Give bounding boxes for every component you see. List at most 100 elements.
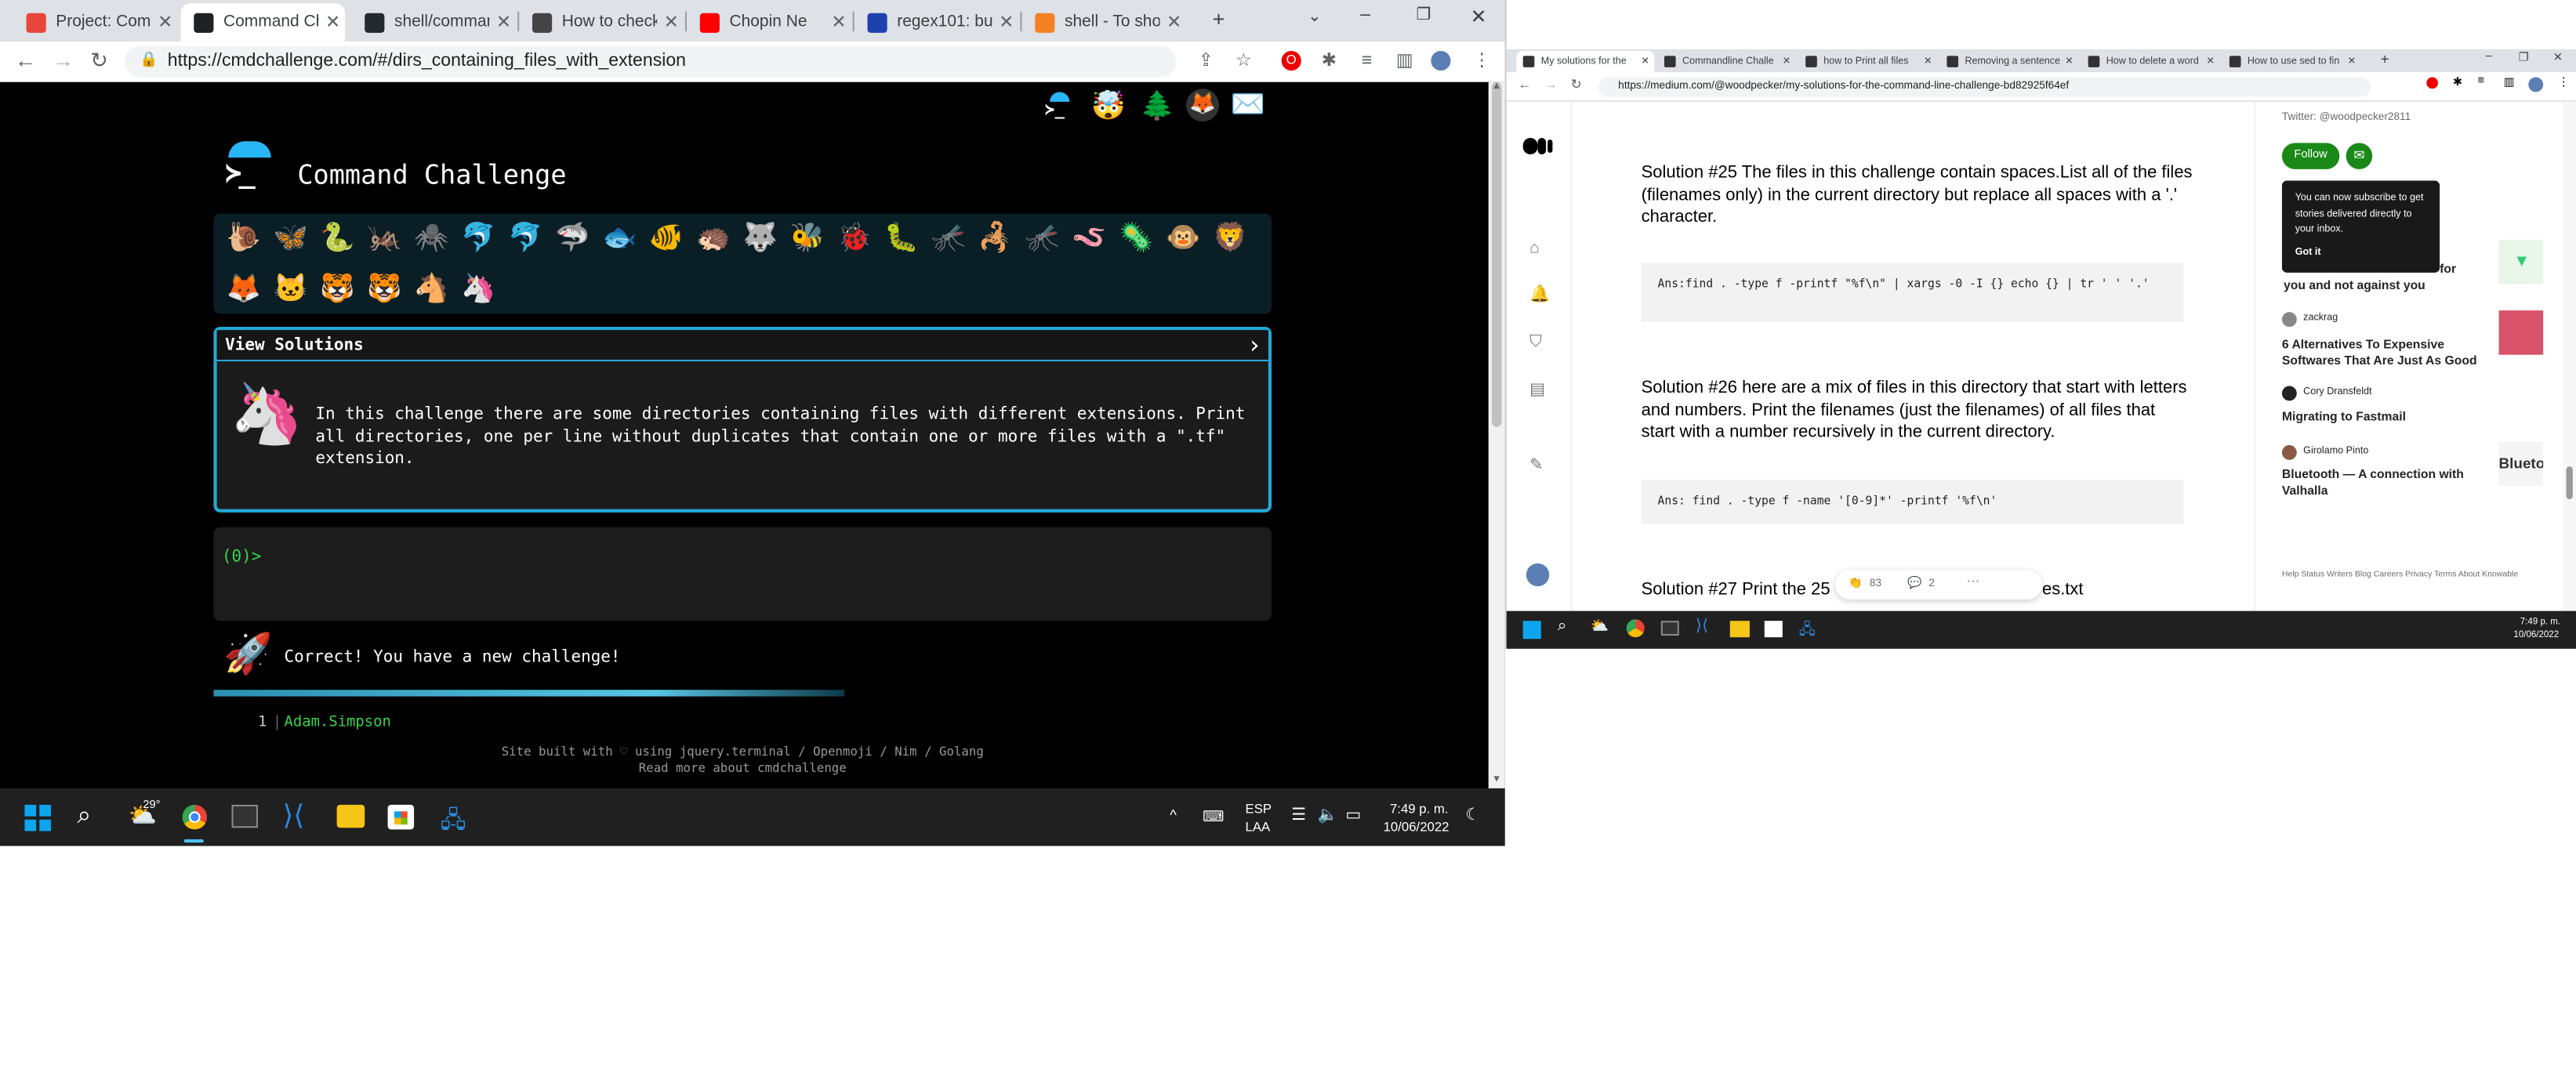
restore-icon[interactable]: ❐ [1416,6,1431,24]
chrome-icon[interactable] [1626,619,1645,638]
badge-icon[interactable]: 🐴 [408,270,455,309]
clap-icon[interactable]: 👏 [1849,577,1863,590]
badge-icon[interactable]: 🦟 [1019,219,1066,258]
browser-tab[interactable]: Command Cha ✕ [180,3,346,42]
badge-icon[interactable]: 🐟 [596,219,643,258]
wifi-icon[interactable]: ☰ [1291,806,1306,824]
close-tab-icon[interactable]: ✕ [831,12,846,33]
bookmark-star-icon[interactable]: ☆ [1234,51,1254,71]
search-icon[interactable]: ⌕ [77,802,91,830]
file-explorer-icon[interactable] [1729,621,1750,638]
rec1-author[interactable]: zackrag [2303,313,2338,324]
badge-icon[interactable]: 🦋 [267,219,314,258]
stories-icon[interactable]: ▤ [1529,381,1545,399]
notifications-icon[interactable]: 🔔 [1529,286,1550,304]
rec1-title[interactable]: 6 Alternatives To Expensive Softwares Th… [2282,337,2487,368]
badge-icon[interactable]: 🐠 [643,219,690,258]
close-tab-icon[interactable]: ✕ [2206,56,2215,67]
footer-read-more-link[interactable]: Read more about cmdchallenge [414,760,1071,775]
got-it-button[interactable]: Got it [2295,248,2321,258]
tray-chevron-icon[interactable]: ^ [1170,806,1177,823]
battery-icon[interactable]: ▭ [1345,806,1361,824]
menu-icon[interactable]: ⋮ [1472,51,1492,71]
address-bar[interactable]: 🔒 https://cmdchallenge.com/#/dirs_contai… [125,45,1177,78]
badge-icon[interactable]: 🦈 [549,219,596,258]
badge-icon[interactable]: 🐛 [878,219,925,258]
clock-time[interactable]: 7:49 p. m. [2520,618,2560,628]
badge-icon[interactable]: 🪱 [1065,219,1112,258]
volume-icon[interactable]: 🔈 [1318,806,1338,824]
extensions-icon[interactable]: ✱ [2453,75,2462,89]
rec3-thumbnail[interactable]: Bluetoo [2498,441,2544,487]
close-tab-icon[interactable]: ✕ [496,12,511,33]
close-tab-icon[interactable]: ✕ [1783,56,1791,67]
close-tab-icon[interactable]: ✕ [2348,56,2356,67]
share-icon[interactable]: ⇪ [1196,51,1216,71]
new-tab-button[interactable]: + [1213,6,1225,31]
rec2-title[interactable]: Migrating to Fastmail [2282,409,2406,424]
comment-icon[interactable]: 💬 [1907,577,1921,590]
home-icon[interactable]: ⌂ [1529,240,1540,258]
language-code[interactable]: ESP [1246,802,1272,817]
notification-icon[interactable]: ☾ [1465,806,1480,824]
reload-icon[interactable]: ↻ [1570,77,1581,92]
footer-links[interactable]: Help Status Writers Blog Careers Privacy… [2282,568,2528,582]
chrome-icon[interactable] [180,803,209,832]
browser-tab[interactable]: shell/comman ✕ [351,3,516,41]
browser-tab[interactable]: Chopin Ne ✕ [687,3,851,41]
terminal-logo-icon[interactable]: ≻_ [1045,92,1075,120]
vscode-icon[interactable]: ⟩⟨ [282,800,304,833]
badge-icon[interactable]: 🦁 [1206,219,1254,258]
opera-extension-icon[interactable] [2426,77,2439,89]
side-panel-icon[interactable]: ▥ [2504,75,2515,89]
badge-icon[interactable]: 🦟 [925,219,972,258]
opera-extension-icon[interactable]: O [1281,50,1301,71]
rec-title-partial-end[interactable]: you and not against you [2284,277,2425,292]
back-icon[interactable]: ← [15,48,36,72]
badge-icon[interactable]: 🐞 [831,219,878,258]
badge-icon[interactable]: 🦔 [690,219,737,258]
rec-thumbnail[interactable]: ▼ [2498,239,2544,284]
close-tab-icon[interactable]: ✕ [1166,12,1181,33]
search-icon[interactable]: ⌕ [1558,618,1567,636]
view-solutions-bar[interactable]: View Solutions › [216,330,1268,362]
terminal-app-icon[interactable] [1660,621,1679,636]
network-app-icon[interactable]: 🖧 [1799,618,1816,644]
terminal-app-icon[interactable] [231,804,259,828]
gitlab-icon[interactable]: 🦊 [1186,89,1220,122]
vscode-icon[interactable]: ⟩⟨ [1696,618,1708,636]
media-control-icon[interactable]: ≡ [1357,51,1377,71]
minimize-icon[interactable]: – [1360,5,1370,24]
terminal-input[interactable]: (0)> [213,527,1272,621]
rec3-title[interactable]: Bluetooth — A connection with Valhalla [2282,466,2487,498]
extensions-icon[interactable]: ✱ [1319,51,1339,71]
badge-icon[interactable]: 🐵 [1159,219,1206,258]
badge-icon[interactable]: 🐱 [267,270,314,309]
tab-search-icon[interactable]: ⌄ [1308,8,1322,26]
browser-tab[interactable]: My solutions for the ✕ [1516,50,1655,73]
browser-tab[interactable]: Project: Comm ✕ [13,3,178,41]
store-icon[interactable] [387,804,415,830]
follow-button[interactable]: Follow [2281,143,2340,169]
badge-icon[interactable]: 🐯 [361,270,408,309]
close-tab-icon[interactable]: ✕ [325,12,340,33]
keyboard-icon[interactable]: ⌨ [1203,808,1224,826]
page-scrollbar[interactable] [2563,101,2576,611]
mind-blown-emoji-icon[interactable]: 🤯 [1091,90,1126,123]
badge-icon[interactable]: 🦠 [1112,219,1159,258]
badge-icon[interactable]: 🐺 [737,219,784,258]
bookmarks-icon[interactable]: ⛉ [1529,333,1542,351]
minimize-icon[interactable]: – [2486,51,2492,63]
email-icon[interactable]: ✉️ [1231,89,1265,121]
forward-icon[interactable]: → [53,48,74,72]
profile-avatar[interactable] [2528,77,2544,92]
write-icon[interactable]: ✎ [1529,457,1544,475]
menu-icon[interactable]: ⋮ [2558,75,2570,89]
badge-icon[interactable]: 🐝 [784,219,831,258]
browser-tab[interactable]: Commandline Challe ✕ [1658,51,1796,72]
close-tab-icon[interactable]: ✕ [999,12,1014,33]
close-tab-icon[interactable]: ✕ [158,12,172,33]
page-scrollbar[interactable]: ▲ ▼ [1488,82,1505,788]
new-tab-button[interactable]: + [2381,51,2389,67]
badge-icon[interactable]: 🦄 [455,270,502,309]
